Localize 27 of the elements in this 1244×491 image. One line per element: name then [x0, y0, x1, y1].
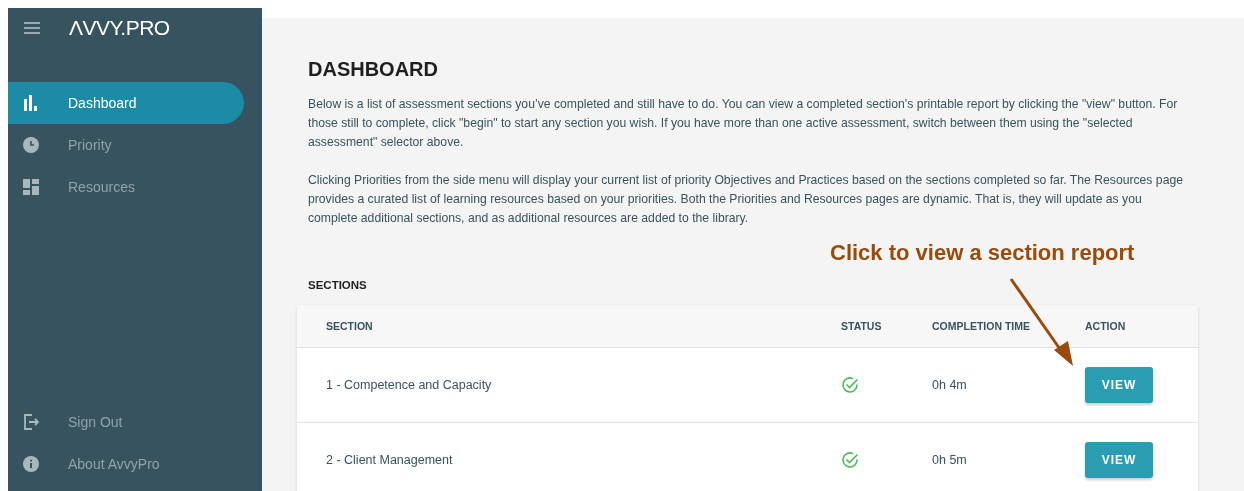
- logo: ΛVVY.PRO: [69, 16, 170, 40]
- table-cell-text: 2 - Client Management: [325, 453, 454, 467]
- annotation-text: Click to view a section report: [830, 240, 1135, 266]
- view-button[interactable]: VIEW: [1085, 367, 1153, 403]
- bar-chart-icon: [23, 95, 39, 111]
- nav-item[interactable]: Priority: [8, 124, 262, 166]
- nav-item[interactable]: Sign Out: [8, 401, 262, 443]
- clock-icon: [23, 137, 39, 153]
- nav-item[interactable]: About AvvyPro: [8, 443, 262, 485]
- table-cell-text: 1 - Competence and Capacity: [325, 378, 493, 392]
- nav-item[interactable]: Dashboard: [8, 82, 244, 124]
- column-header: SECTION: [325, 320, 374, 332]
- page-title: DASHBOARD: [308, 58, 439, 81]
- nav-item[interactable]: Resources: [8, 166, 262, 208]
- column-header: COMPLETION TIME: [932, 320, 1031, 332]
- intro-paragraph: Clicking Priorities from the side menu will display your current list of priority Objectives and Practices based on the sections completed so far. The Resources page provides a curated list of learning resources based on your priorities. Both the Priorities and Resources pages are dynamic. That is, they will update as you complete additional sections, and as additional resources are added to the library.: [308, 172, 1184, 227]
- column-header: ACTION: [1085, 320, 1127, 332]
- sections-heading: SECTIONS: [308, 279, 367, 291]
- column-header: STATUS: [841, 320, 883, 332]
- dashboard-grid-icon: [23, 179, 39, 195]
- table-cell-text: 0h 4m: [932, 378, 968, 392]
- info-icon: [23, 456, 39, 472]
- intro-paragraph: Below is a list of assessment sections you’ve completed and still have to do. You can view a completed section's printable report by clicking the "view" button. For those still to complete, click "begin" to start any section you wish. If you have more than one active assessment, switch between them using the "selected assessment" selector above.: [308, 96, 1179, 151]
- view-button[interactable]: VIEW: [1085, 442, 1153, 478]
- table-cell-text: 0h 5m: [932, 453, 968, 467]
- menu-icon[interactable]: [24, 22, 40, 34]
- sign-out-icon: [23, 414, 39, 430]
